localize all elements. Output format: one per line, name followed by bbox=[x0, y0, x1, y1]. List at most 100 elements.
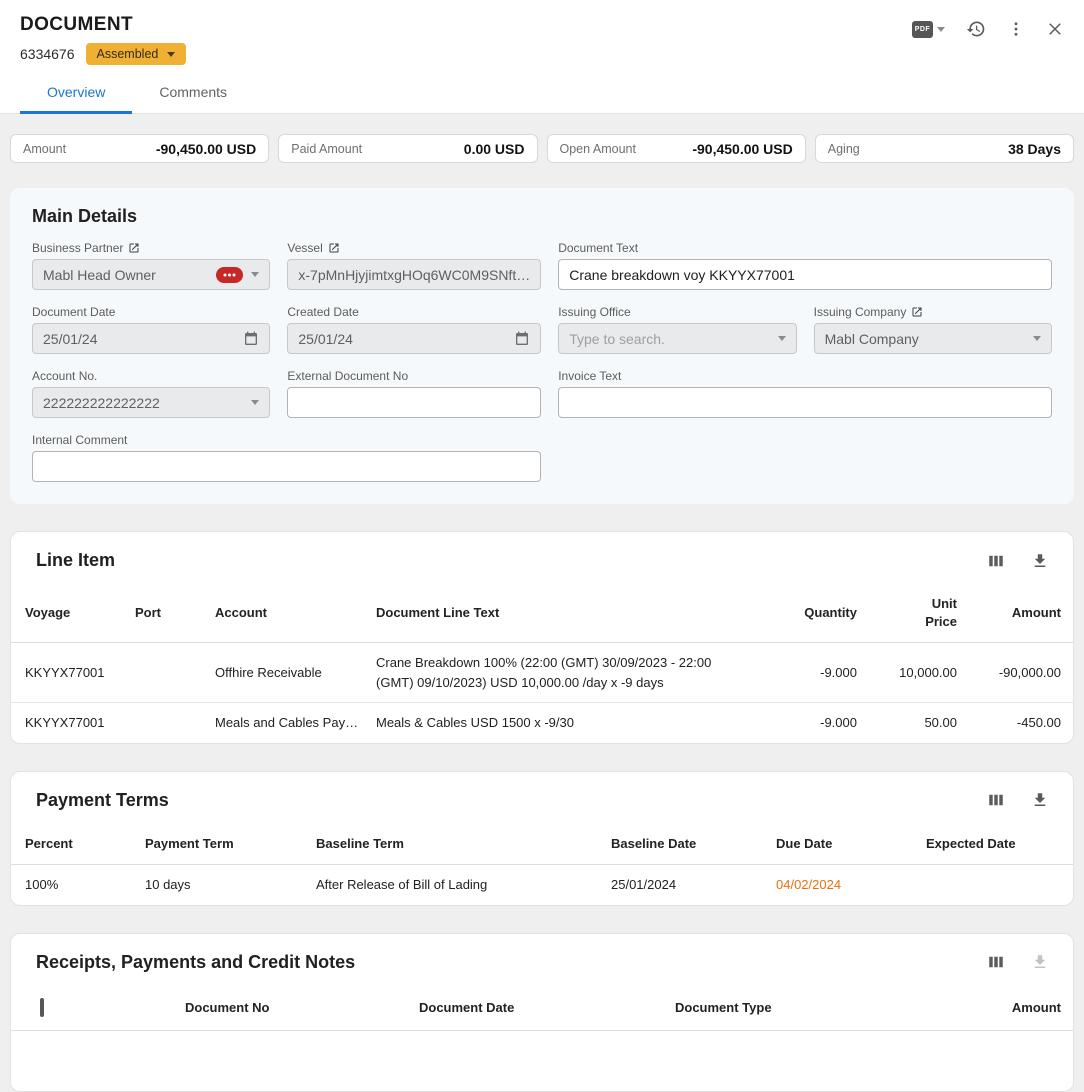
page-title: DOCUMENT bbox=[20, 14, 186, 36]
tab-bar: Overview Comments bbox=[20, 71, 1064, 113]
line-item-title: Line Item bbox=[25, 550, 115, 571]
pdf-icon: PDF bbox=[912, 21, 933, 38]
external-link-icon[interactable] bbox=[328, 242, 340, 254]
summary-label: Open Amount bbox=[560, 142, 636, 156]
calendar-icon bbox=[243, 331, 259, 347]
col-quantity: Quantity bbox=[774, 604, 857, 622]
field-issuing-office: Issuing Office Type to search. bbox=[558, 305, 796, 354]
cell-baseline-term: After Release of Bill of Lading bbox=[316, 875, 611, 895]
col-voyage: Voyage bbox=[25, 604, 135, 622]
summary-label: Aging bbox=[828, 142, 860, 156]
table-row[interactable]: KKYYX77001 Meals and Cables Pay… Meals &… bbox=[11, 703, 1073, 743]
column-settings-button[interactable] bbox=[987, 791, 1005, 809]
chevron-down-icon bbox=[251, 272, 259, 277]
cell-percent: 100% bbox=[25, 875, 145, 895]
account-no-value: 222222222222222 bbox=[43, 395, 243, 411]
tab-overview[interactable]: Overview bbox=[20, 71, 132, 114]
issuing-company-value: Mabl Company bbox=[825, 331, 1025, 347]
document-header: DOCUMENT 6334676 Assembled PDF bbox=[0, 0, 1084, 114]
field-label-text: Vessel bbox=[287, 241, 322, 255]
field-account-no: Account No. 222222222222222 bbox=[32, 369, 270, 418]
vessel-field: x-7pMnHjyjimtxgHOq6WC0M9SNft… bbox=[287, 259, 541, 290]
external-link-icon[interactable] bbox=[911, 306, 923, 318]
more-options-button[interactable] bbox=[1007, 20, 1025, 38]
chevron-down-icon bbox=[937, 27, 945, 32]
status-badge-label: Assembled bbox=[97, 47, 159, 61]
summary-value: -90,450.00 USD bbox=[692, 141, 792, 157]
col-account: Account bbox=[215, 604, 376, 622]
download-button bbox=[1031, 953, 1049, 971]
col-percent: Percent bbox=[25, 835, 145, 853]
field-label-text: Business Partner bbox=[32, 241, 123, 255]
cell-quantity: -9.000 bbox=[774, 713, 857, 733]
header-action-bar: PDF bbox=[912, 19, 1064, 39]
created-date-field: 25/01/24 bbox=[287, 323, 541, 354]
download-button[interactable] bbox=[1031, 791, 1049, 809]
payment-terms-section: Payment Terms Percent Payment Term Basel… bbox=[10, 771, 1074, 906]
field-document-date: Document Date 25/01/24 bbox=[32, 305, 270, 354]
summary-card-aging: Aging 38 Days bbox=[815, 134, 1074, 163]
table-row[interactable]: KKYYX77001 Offhire Receivable Crane Brea… bbox=[11, 643, 1073, 703]
chevron-down-icon bbox=[1033, 336, 1041, 341]
col-due-date: Due Date bbox=[776, 835, 926, 853]
cell-due-date: 04/02/2024 bbox=[776, 875, 926, 895]
cell-quantity: -9.000 bbox=[774, 663, 857, 683]
history-button[interactable] bbox=[966, 19, 986, 39]
column-settings-button[interactable] bbox=[987, 552, 1005, 570]
external-document-no-field-wrapper bbox=[287, 387, 541, 418]
field-business-partner: Business Partner Mabl Head Owner bbox=[32, 241, 270, 290]
cell-voyage: KKYYX77001 bbox=[25, 663, 135, 683]
document-text-input[interactable] bbox=[569, 267, 1041, 283]
external-document-no-input[interactable] bbox=[298, 395, 530, 411]
close-button[interactable] bbox=[1046, 20, 1064, 38]
invoice-text-field-wrapper bbox=[558, 387, 1052, 418]
payment-terms-title: Payment Terms bbox=[25, 790, 169, 811]
field-label-text: Internal Comment bbox=[32, 433, 127, 447]
col-payment-term: Payment Term bbox=[145, 835, 316, 853]
internal-comment-input[interactable] bbox=[43, 459, 530, 475]
partner-alert-icon bbox=[216, 267, 243, 283]
cell-document-line-text: Meals & Cables USD 1500 x -9/30 bbox=[376, 713, 774, 733]
chevron-down-icon bbox=[778, 336, 786, 341]
document-number: 6334676 bbox=[20, 46, 75, 62]
column-settings-button[interactable] bbox=[987, 953, 1005, 971]
business-partner-value: Mabl Head Owner bbox=[43, 267, 208, 283]
select-all-checkbox[interactable] bbox=[40, 998, 44, 1017]
cell-baseline-date: 25/01/2024 bbox=[611, 875, 776, 895]
invoice-text-input[interactable] bbox=[569, 395, 1041, 411]
issuing-office-placeholder: Type to search. bbox=[569, 331, 769, 347]
issuing-office-select: Type to search. bbox=[558, 323, 796, 354]
columns-icon bbox=[987, 791, 1005, 809]
cell-account: Offhire Receivable bbox=[215, 663, 376, 683]
cell-unit-price: 10,000.00 bbox=[857, 663, 957, 683]
issuing-company-select: Mabl Company bbox=[814, 323, 1052, 354]
export-pdf-button[interactable]: PDF bbox=[912, 21, 945, 38]
payment-terms-table-header: Percent Payment Term Baseline Term Basel… bbox=[11, 823, 1073, 866]
main-details-title: Main Details bbox=[32, 206, 1052, 227]
field-label-text: Document Date bbox=[32, 305, 115, 319]
chevron-down-icon bbox=[167, 52, 175, 57]
columns-icon bbox=[987, 953, 1005, 971]
document-text-field-wrapper bbox=[558, 259, 1052, 290]
line-item-table-header: Voyage Port Account Document Line Text Q… bbox=[11, 583, 1073, 643]
field-document-text: Document Text bbox=[558, 241, 1052, 290]
download-icon bbox=[1031, 953, 1049, 971]
field-label-text: Account No. bbox=[32, 369, 97, 383]
history-icon bbox=[966, 19, 986, 39]
status-badge[interactable]: Assembled bbox=[86, 43, 187, 65]
tab-comments[interactable]: Comments bbox=[132, 71, 254, 114]
summary-card-amount: Amount -90,450.00 USD bbox=[10, 134, 269, 163]
cell-voyage: KKYYX77001 bbox=[25, 713, 135, 733]
field-issuing-company: Issuing Company Mabl Company bbox=[814, 305, 1052, 354]
cell-account: Meals and Cables Pay… bbox=[215, 713, 376, 733]
download-icon bbox=[1031, 791, 1049, 809]
download-button[interactable] bbox=[1031, 552, 1049, 570]
chevron-down-icon bbox=[251, 400, 259, 405]
field-created-date: Created Date 25/01/24 bbox=[287, 305, 541, 354]
field-label-text: Document Text bbox=[558, 241, 638, 255]
internal-comment-field-wrapper bbox=[32, 451, 541, 482]
business-partner-select: Mabl Head Owner bbox=[32, 259, 270, 290]
receipts-title: Receipts, Payments and Credit Notes bbox=[25, 952, 355, 973]
table-row[interactable]: 100% 10 days After Release of Bill of La… bbox=[11, 865, 1073, 905]
external-link-icon[interactable] bbox=[128, 242, 140, 254]
